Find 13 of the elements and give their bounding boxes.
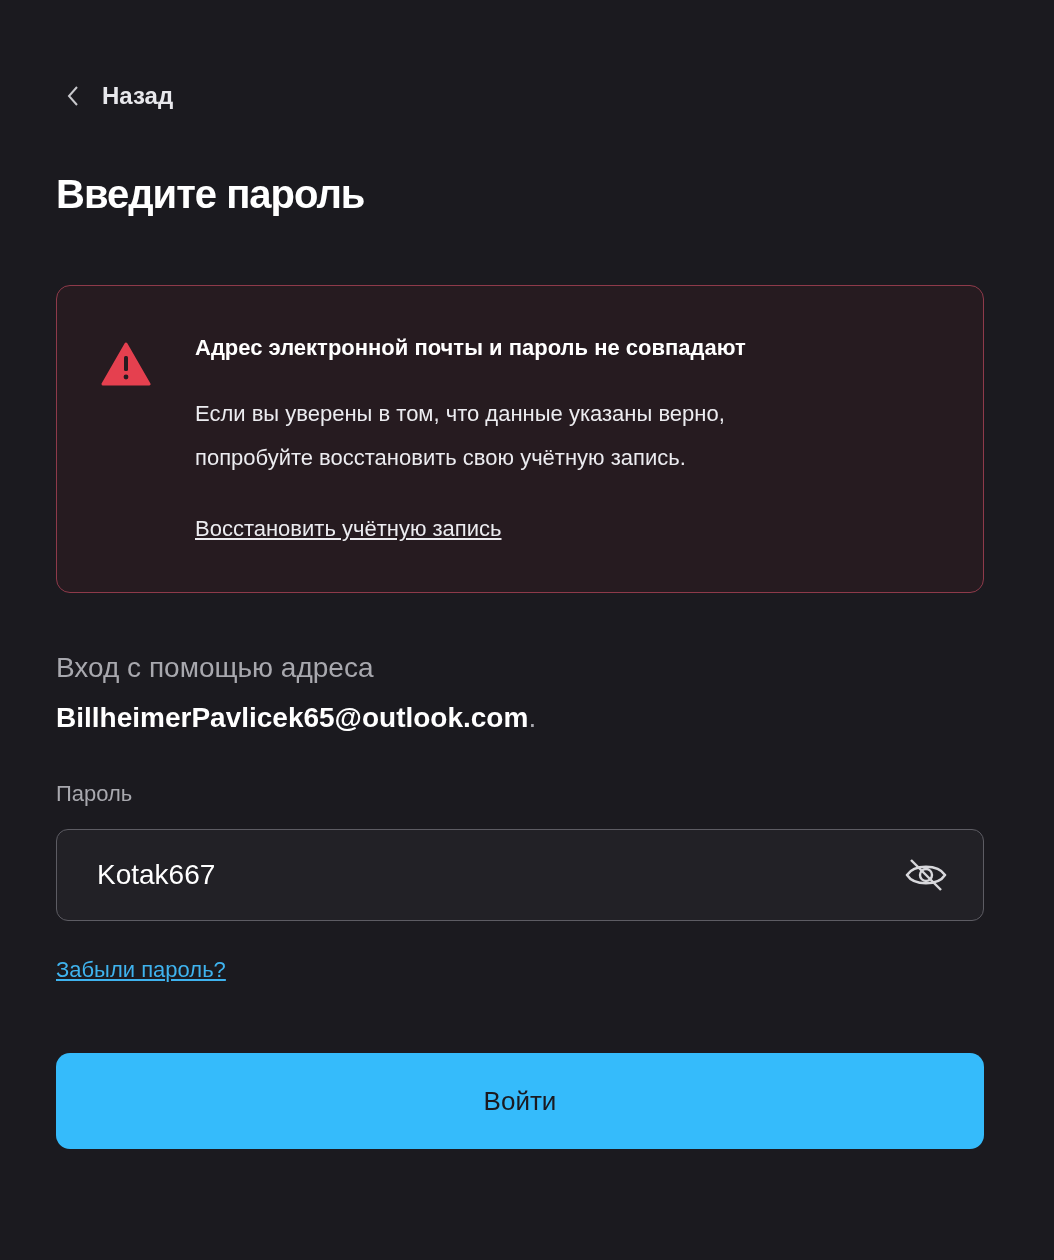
password-field[interactable]: Kotak667 [56,829,984,921]
warning-icon [101,342,151,386]
login-button[interactable]: Войти [56,1053,984,1149]
forgot-password-link[interactable]: Забыли пароль? [56,957,226,983]
back-link[interactable]: Назад [66,82,174,110]
alert-title: Адрес электронной почты и пароль не совпадают [195,334,746,362]
restore-account-link[interactable]: Восстановить учётную запись [195,516,502,542]
alert-message: Если вы уверены в том, что данные указаны верно, попробуйте восстановить свою учётную запись. [195,400,726,472]
eye-slash-icon[interactable] [904,857,948,893]
chevron-left-icon [66,84,80,108]
signin-note: Вход с помощью адреса BillheimerPavlicek65@outlook.com. [56,651,538,735]
password-label: Пароль [56,781,134,807]
page-title: Введите пароль [56,172,366,217]
